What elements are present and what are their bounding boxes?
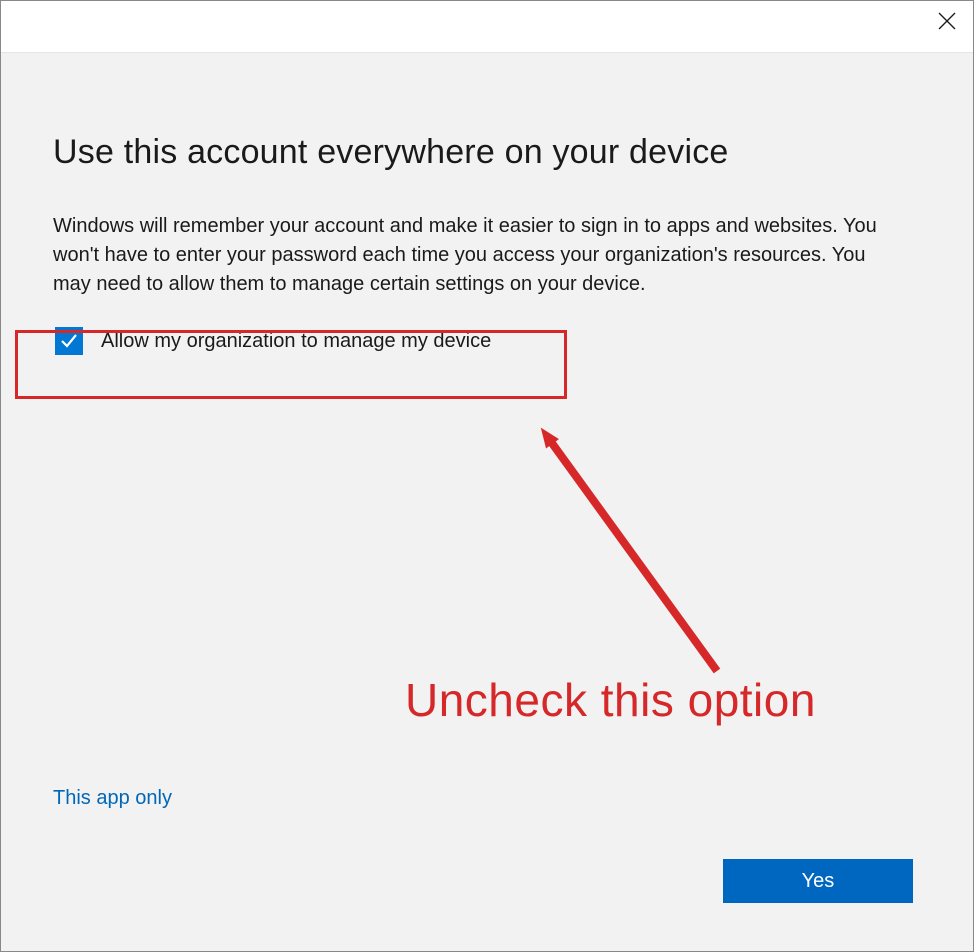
allow-manage-checkbox[interactable] xyxy=(55,327,83,355)
titlebar xyxy=(1,1,973,53)
close-icon xyxy=(938,12,956,30)
dialog-heading: Use this account everywhere on your devi… xyxy=(53,133,915,172)
dialog-content: Use this account everywhere on your devi… xyxy=(1,53,973,951)
checkbox-row[interactable]: Allow my organization to manage my devic… xyxy=(53,317,497,365)
this-app-only-link[interactable]: This app only xyxy=(53,787,172,810)
close-button[interactable] xyxy=(921,1,973,41)
dialog-body: Windows will remember your account and m… xyxy=(53,212,893,299)
checkbox-label: Allow my organization to manage my devic… xyxy=(101,330,491,353)
checkmark-icon xyxy=(59,331,79,351)
yes-button[interactable]: Yes xyxy=(723,859,913,903)
